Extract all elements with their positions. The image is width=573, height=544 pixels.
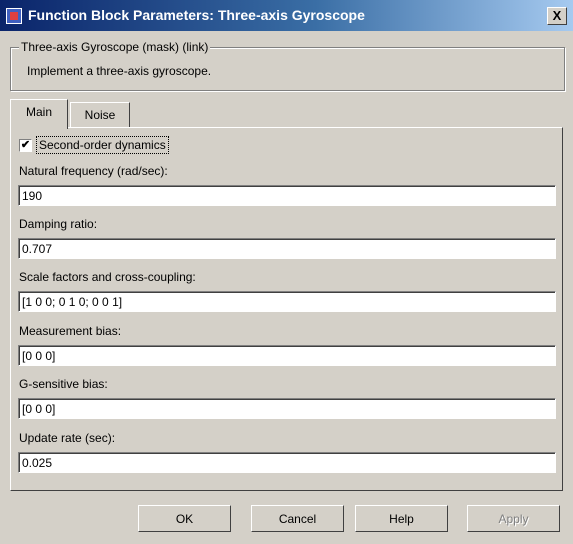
- natural-frequency-input[interactable]: [18, 185, 556, 206]
- damping-ratio-input[interactable]: [18, 238, 556, 259]
- natural-frequency-label: Natural frequency (rad/sec):: [19, 164, 168, 178]
- g-sensitive-bias-input[interactable]: [18, 398, 556, 419]
- mask-legend: Three-axis Gyroscope (mask) (link): [19, 40, 211, 54]
- scale-factors-input[interactable]: [18, 291, 556, 312]
- tab-noise[interactable]: Noise: [70, 102, 130, 128]
- window-title: Function Block Parameters: Three-axis Gy…: [28, 7, 365, 23]
- second-order-dynamics-label[interactable]: Second-order dynamics: [36, 136, 169, 154]
- simulink-block-icon: [6, 8, 22, 24]
- mask-description-group: Three-axis Gyroscope (mask) (link) Imple…: [10, 40, 565, 91]
- title-bar: Function Block Parameters: Three-axis Gy…: [0, 0, 573, 31]
- scale-factors-label: Scale factors and cross-coupling:: [19, 270, 196, 284]
- second-order-dynamics-checkbox[interactable]: ✔: [19, 139, 32, 152]
- update-rate-label: Update rate (sec):: [19, 431, 116, 445]
- help-button[interactable]: Help: [355, 505, 448, 532]
- update-rate-input[interactable]: [18, 452, 556, 473]
- tab-main[interactable]: Main: [10, 99, 68, 129]
- close-button[interactable]: X: [547, 7, 567, 25]
- cancel-button[interactable]: Cancel: [251, 505, 344, 532]
- mask-description: Implement a three-axis gyroscope.: [27, 64, 212, 78]
- ok-button[interactable]: OK: [138, 505, 231, 532]
- damping-ratio-label: Damping ratio:: [19, 217, 98, 231]
- g-sensitive-bias-label: G-sensitive bias:: [19, 377, 108, 391]
- measurement-bias-input[interactable]: [18, 345, 556, 366]
- apply-button[interactable]: Apply: [467, 505, 560, 532]
- measurement-bias-label: Measurement bias:: [19, 324, 122, 338]
